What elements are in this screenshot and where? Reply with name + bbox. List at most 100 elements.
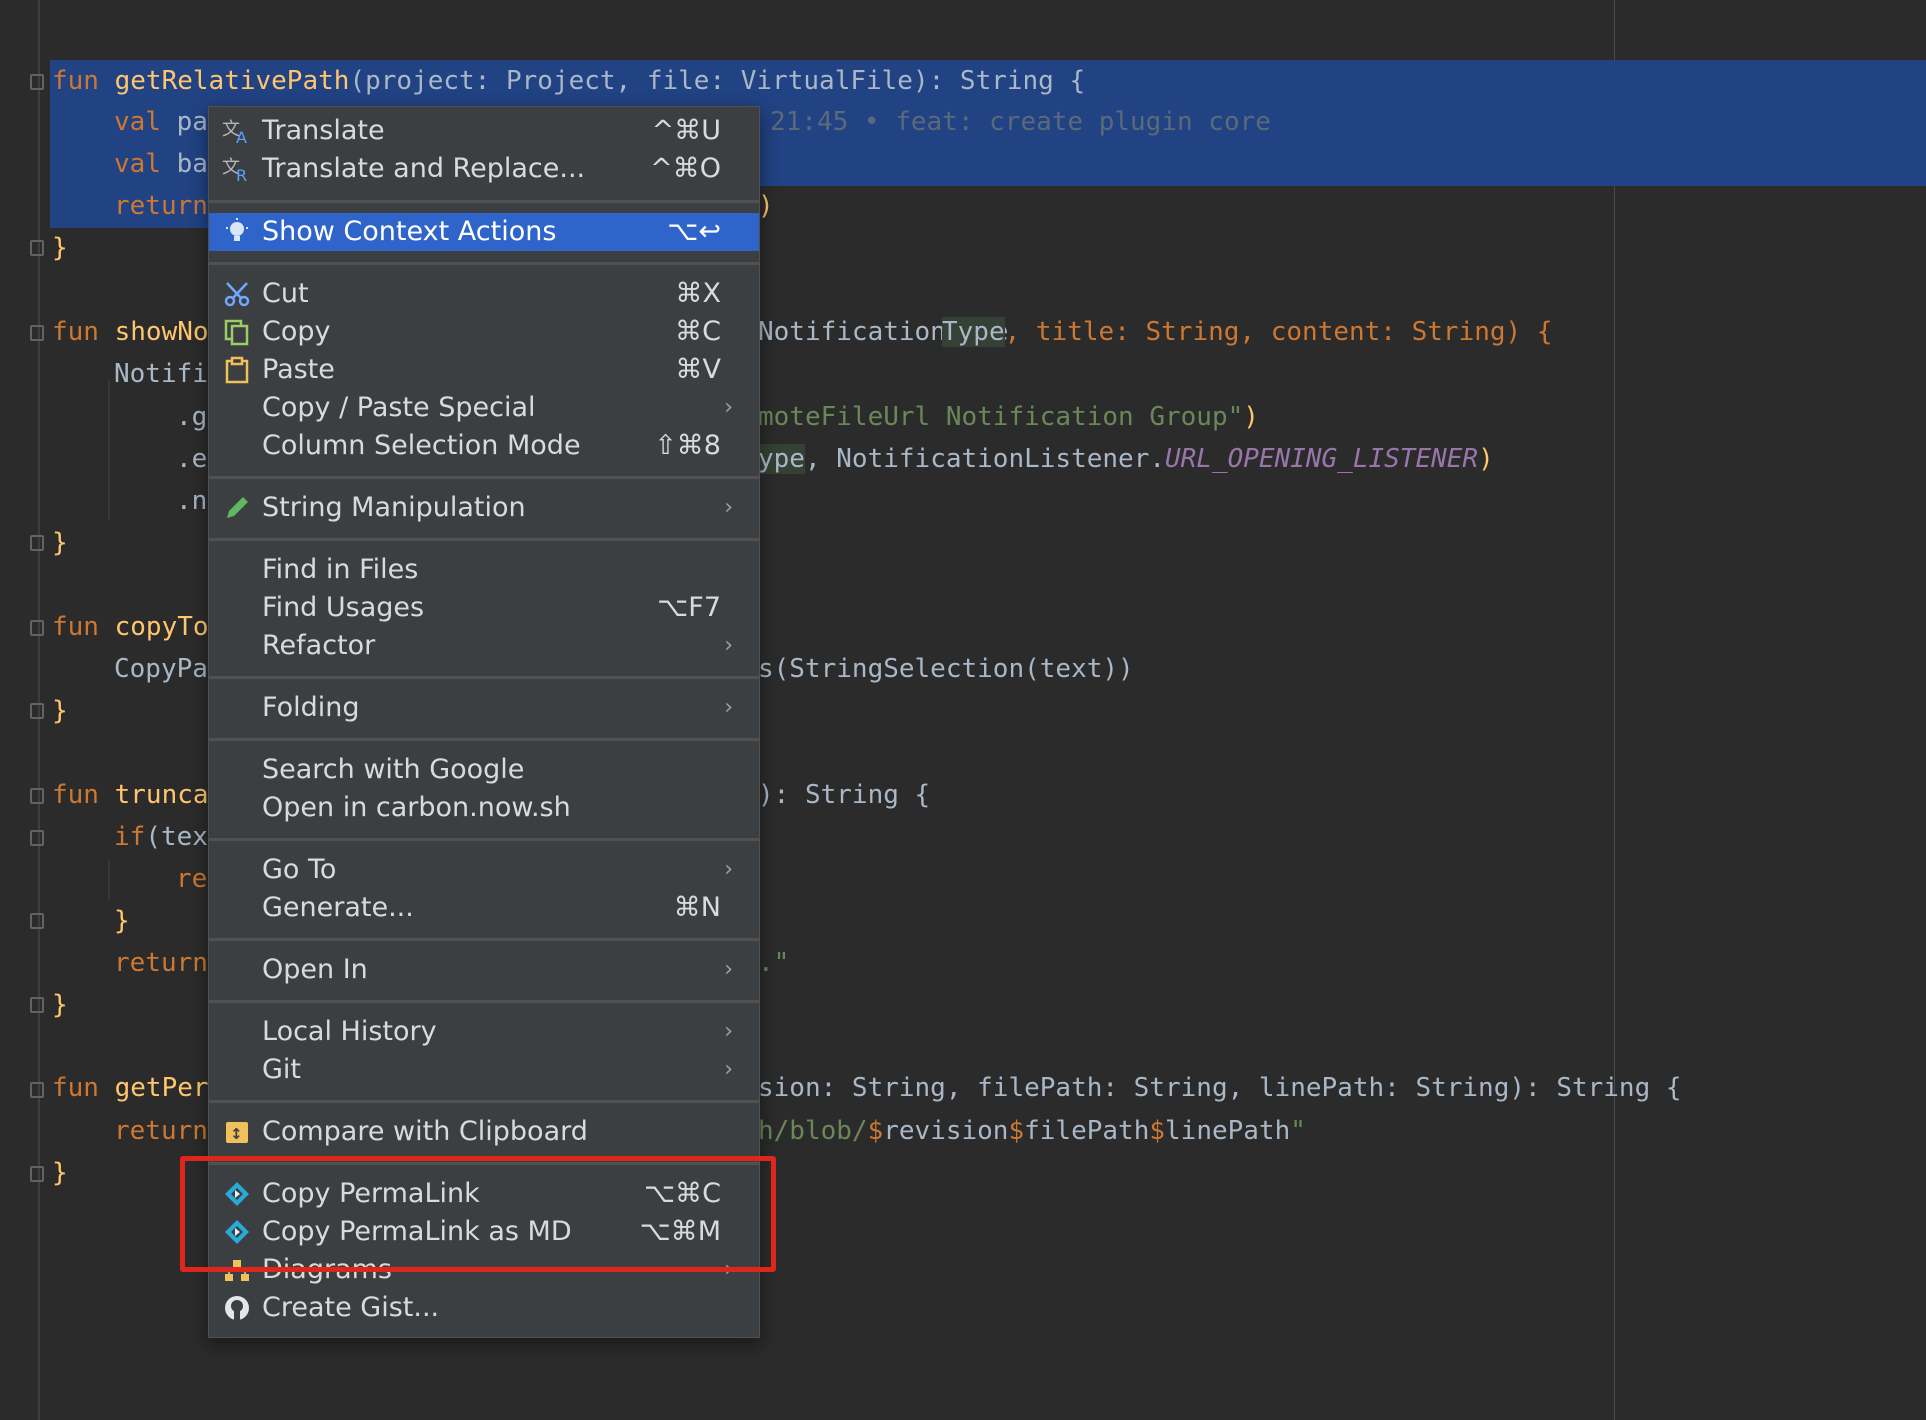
menu-item-label: Copy PermaLink [262, 1178, 480, 1209]
menu-item-label: Column Selection Mode [262, 430, 581, 461]
menu-item-label: Refactor [262, 630, 376, 661]
menu-separator [209, 676, 759, 679]
menu-item-translate[interactable]: 文A Translate ^⌘U [209, 112, 759, 150]
code-token: (tex [145, 822, 208, 852]
menu-item-label: Create Gist... [262, 1292, 440, 1323]
menu-item-shortcut: ⌘C [675, 316, 721, 347]
menu-item-label: Diagrams [262, 1254, 392, 1285]
fold-marker[interactable] [30, 1082, 44, 1098]
menu-item-find-in-files[interactable]: Find in Files [209, 551, 759, 589]
fold-marker[interactable] [30, 325, 44, 341]
code-token: } [52, 696, 68, 726]
code-fragment-text: linePath [1165, 1116, 1291, 1146]
fold-marker[interactable] [30, 620, 44, 636]
menu-item-label: Compare with Clipboard [262, 1116, 588, 1147]
menu-item-label: Cut [262, 278, 309, 309]
git-permalink-icon [221, 1215, 253, 1249]
fold-marker[interactable] [30, 703, 44, 719]
menu-item-translate-and-replace[interactable]: 文R Translate and Replace... ^⌘O [209, 150, 759, 188]
submenu-arrow-icon: › [724, 1019, 733, 1044]
fold-marker[interactable] [30, 1166, 44, 1182]
menu-item-column-selection-mode[interactable]: Column Selection Mode ⇧⌘8 [209, 427, 759, 465]
menu-item-go-to[interactable]: Go To › [209, 851, 759, 889]
fold-marker[interactable] [30, 830, 44, 846]
menu-item-string-manipulation[interactable]: String Manipulation › [209, 489, 759, 527]
code-token: val [114, 149, 177, 179]
menu-item-label: Translate [262, 115, 385, 146]
menu-item-label: Go To [262, 854, 337, 885]
menu-item-label: Copy [262, 316, 331, 347]
menu-item-open-in[interactable]: Open In › [209, 951, 759, 989]
code-fragment: moteFileUrl Notification Group") [758, 396, 1259, 438]
fold-marker[interactable] [30, 74, 44, 90]
menu-separator [209, 938, 759, 941]
code-token: re [176, 864, 208, 894]
menu-item-folding[interactable]: Folding › [209, 689, 759, 727]
menu-item-search-with-google[interactable]: Search with Google [209, 751, 759, 789]
code-line: fun getRelativePath(project: Project, fi… [52, 60, 1085, 102]
menu-item-generate[interactable]: Generate... ⌘N [209, 889, 759, 927]
menu-item-copy-permalink[interactable]: Copy PermaLink ⌥⌘C [209, 1175, 759, 1213]
menu-item-paste[interactable]: Paste ⌘V [209, 351, 759, 389]
code-token: fun [52, 317, 115, 347]
translate-replace-icon: 文R [221, 152, 253, 186]
code-line: } [52, 984, 68, 1026]
code-line: fun showNo [52, 311, 209, 353]
code-token: showNo [114, 317, 209, 347]
fold-marker[interactable] [30, 240, 44, 256]
menu-item-diagrams[interactable]: Diagrams › [209, 1251, 759, 1289]
git-blame-annotation: 21:45 • feat: create plugin core [770, 107, 1271, 137]
submenu-arrow-icon: › [724, 395, 733, 420]
code-line: .n [176, 480, 207, 522]
code-fragment-text: moteFileUrl Notification Group" [758, 402, 1244, 432]
code-token: return [114, 1116, 208, 1146]
submenu-arrow-icon: › [724, 957, 733, 982]
menu-item-create-gist[interactable]: Create Gist... [209, 1289, 759, 1327]
code-token: ba [176, 149, 208, 179]
code-token: return [114, 948, 208, 978]
menu-item-open-in-carbon[interactable]: Open in carbon.now.sh [209, 789, 759, 827]
menu-item-refactor[interactable]: Refactor › [209, 627, 759, 665]
code-fragment: h/blob/$revision$filePath$linePath" [758, 1110, 1306, 1152]
code-fragment-text: $ [1008, 1116, 1025, 1146]
code-line: fun getPer [52, 1067, 209, 1109]
menu-item-shortcut: ⌥⌘M [639, 1216, 721, 1247]
github-icon [221, 1291, 253, 1325]
menu-item-copy-paste-special[interactable]: Copy / Paste Special › [209, 389, 759, 427]
code-fragment-text: URL_OPENING_LISTENER [1165, 444, 1479, 474]
code-highlight: Type [942, 317, 1005, 347]
menu-item-shortcut: ⌘X [675, 278, 722, 309]
menu-separator [209, 538, 759, 541]
menu-item-git[interactable]: Git › [209, 1051, 759, 1089]
menu-separator [209, 738, 759, 741]
code-token: } [52, 233, 68, 263]
code-line: } [52, 522, 68, 564]
fold-marker[interactable] [30, 535, 44, 551]
code-token: fun [52, 66, 115, 96]
menu-item-label: Show Context Actions [262, 216, 557, 247]
menu-item-copy-permalink-md[interactable]: Copy PermaLink as MD ⌥⌘M [209, 1213, 759, 1251]
menu-item-show-context-actions[interactable]: Show Context Actions ⌥↩ [209, 213, 759, 251]
code-line: } [52, 690, 68, 732]
code-token: } [52, 1158, 68, 1188]
fold-marker[interactable] [30, 997, 44, 1013]
menu-item-label: String Manipulation [262, 492, 526, 523]
menu-item-copy[interactable]: Copy ⌘C [209, 313, 759, 351]
menu-item-cut[interactable]: Cut ⌘X [209, 275, 759, 313]
code-line: val pa [114, 101, 208, 143]
fold-marker[interactable] [30, 788, 44, 804]
code-line: return [114, 185, 208, 227]
code-token: getPer [114, 1073, 209, 1103]
menu-item-shortcut: ^⌘U [651, 115, 721, 146]
code-line: .e [176, 438, 207, 480]
menu-item-shortcut: ^⌘O [650, 153, 721, 184]
menu-item-label: Translate and Replace... [262, 153, 586, 184]
menu-item-label: Find in Files [262, 554, 419, 585]
code-fragment-text: $ [1149, 1116, 1166, 1146]
menu-separator [209, 262, 759, 265]
menu-item-label: Search with Google [262, 754, 525, 785]
menu-item-local-history[interactable]: Local History › [209, 1013, 759, 1051]
menu-item-compare-with-clipboard[interactable]: ↕ Compare with Clipboard [209, 1113, 759, 1151]
fold-marker[interactable] [30, 913, 44, 929]
menu-item-find-usages[interactable]: Find Usages ⌥F7 [209, 589, 759, 627]
